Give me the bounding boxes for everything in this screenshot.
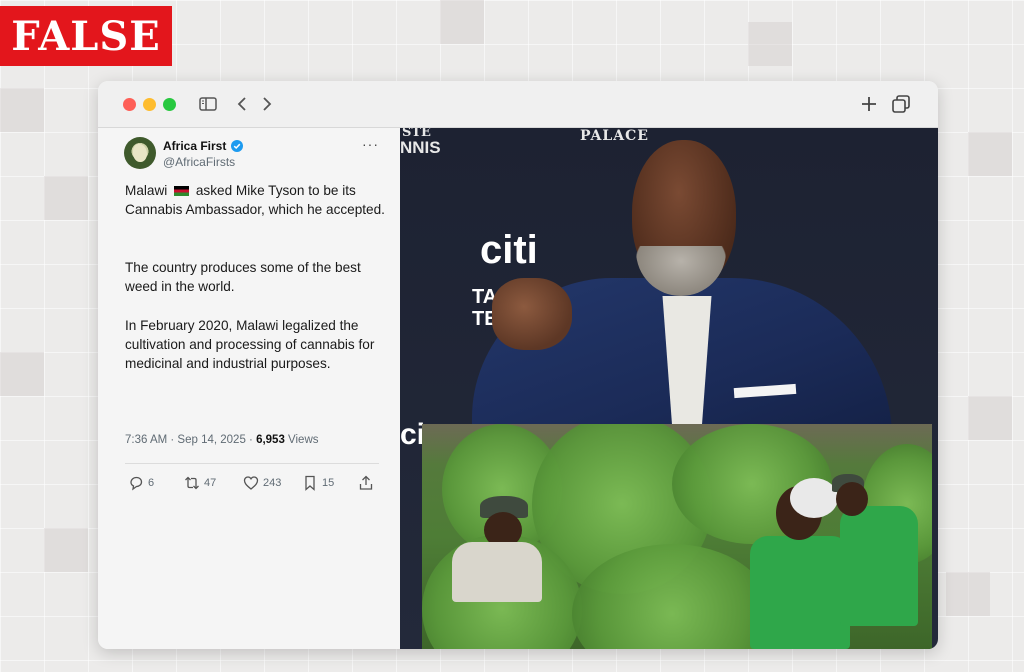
share-button[interactable] xyxy=(358,475,374,491)
tweet-text: Malawi xyxy=(125,183,168,198)
repost-icon xyxy=(185,476,199,490)
tweet-photo[interactable]: STE NNIS PALACE citi TAS TE ci xyxy=(400,128,938,649)
forward-icon[interactable] xyxy=(258,93,276,115)
background-tile xyxy=(0,352,44,396)
title-bar xyxy=(98,81,938,128)
tweet-paragraph-1: Malawi asked Mike Tyson to be its Cannab… xyxy=(125,181,385,219)
bookmark-count: 15 xyxy=(322,477,335,489)
worker-shirt xyxy=(750,536,850,649)
tweet-panel: Africa First @AfricaFirsts ··· Malawi as… xyxy=(98,128,400,649)
repost-button[interactable]: 47 xyxy=(184,475,216,491)
malawi-flag-icon xyxy=(174,186,190,196)
share-icon xyxy=(359,475,373,490)
like-button[interactable]: 243 xyxy=(243,475,281,491)
worker-shirt xyxy=(452,542,542,602)
views-count: 6,953 xyxy=(256,434,285,446)
bookmark-button[interactable]: 15 xyxy=(302,475,334,491)
worker-hairnet xyxy=(790,478,838,518)
account-name[interactable]: Africa First xyxy=(163,139,226,153)
background-tile xyxy=(748,22,792,66)
verified-badge-icon xyxy=(231,140,243,152)
bookmark-icon xyxy=(305,475,315,491)
like-count: 243 xyxy=(263,477,282,489)
sidebar-toggle-icon[interactable] xyxy=(197,93,219,115)
heart-icon xyxy=(243,476,259,490)
background-tile xyxy=(946,572,990,616)
background-tile xyxy=(0,88,44,132)
tweet-paragraph-2: The country produces some of the best we… xyxy=(125,260,361,294)
wall-text: PALACE xyxy=(580,128,649,144)
wall-text: NNIS xyxy=(400,138,441,157)
background-tile xyxy=(44,528,88,572)
new-tab-icon[interactable] xyxy=(858,93,880,115)
divider xyxy=(125,463,379,464)
tabs-overview-icon[interactable] xyxy=(890,93,912,115)
back-icon[interactable] xyxy=(233,93,251,115)
raised-fist xyxy=(492,278,572,350)
avatar[interactable] xyxy=(124,137,156,169)
background-tile xyxy=(44,176,88,220)
reply-button[interactable]: 6 xyxy=(128,475,154,491)
background-tile xyxy=(968,396,1012,440)
repost-count: 47 xyxy=(204,477,217,489)
zoom-window-button[interactable] xyxy=(163,98,176,111)
browser-window: Africa First @AfricaFirsts ··· Malawi as… xyxy=(98,81,938,649)
close-window-button[interactable] xyxy=(123,98,136,111)
minimize-window-button[interactable] xyxy=(143,98,156,111)
citi-logo: citi xyxy=(480,228,538,272)
background-tile xyxy=(968,132,1012,176)
more-options-icon[interactable]: ··· xyxy=(362,136,379,152)
worker-shirt xyxy=(840,506,918,626)
background-tile xyxy=(440,0,484,44)
tweet-paragraph-3: In February 2020, Malawi legalized the c… xyxy=(125,318,375,371)
africa-map-icon xyxy=(133,144,147,162)
account-handle[interactable]: @AfricaFirsts xyxy=(163,155,235,169)
verdict-label: FALSE xyxy=(0,6,172,66)
reply-count: 6 xyxy=(148,477,155,489)
reply-icon xyxy=(130,476,143,491)
tweet-timestamp[interactable]: 7:36 AM · Sep 14, 2025 · xyxy=(125,434,256,446)
cannabis-field-photo xyxy=(422,424,932,649)
tweet-metadata: 7:36 AM · Sep 14, 2025 · 6,953 Views xyxy=(125,434,319,446)
worker-head xyxy=(836,482,868,516)
views-label: Views xyxy=(284,434,319,446)
